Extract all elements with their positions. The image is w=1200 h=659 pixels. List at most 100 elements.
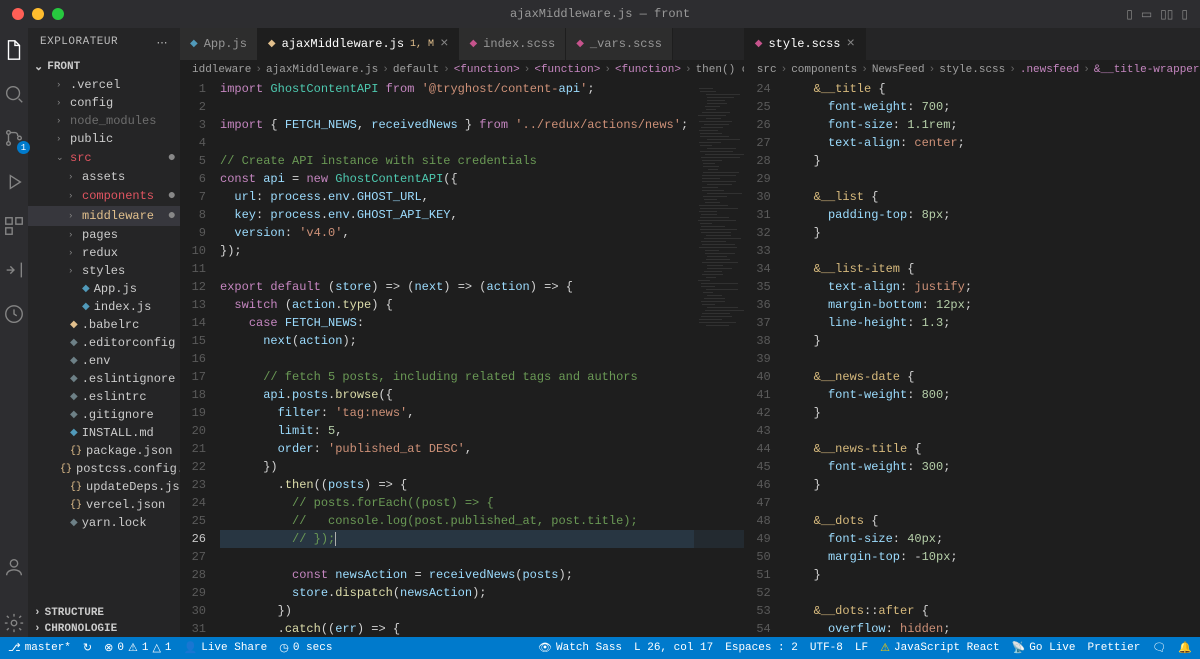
gutter-left: 1234567891011121314151617181920212223242… <box>180 80 220 637</box>
tab[interactable]: ◆style.scss× <box>745 28 866 60</box>
breadcrumb-segment[interactable]: iddleware <box>192 64 251 76</box>
breadcrumb-segment[interactable]: NewsFeed <box>872 64 925 76</box>
sidebar-more-icon[interactable]: ⋯ <box>157 36 169 50</box>
lines-left[interactable]: import GhostContentAPI from '@tryghost/c… <box>220 80 744 637</box>
file-item[interactable]: {}package.json <box>28 442 180 460</box>
warn-dot-icon: ⚠ <box>880 641 890 655</box>
accounts-icon[interactable] <box>0 553 28 581</box>
encoding-item[interactable]: UTF-8 <box>810 641 843 655</box>
minimap-left[interactable] <box>694 88 744 637</box>
folder-item[interactable]: ›config <box>28 94 180 112</box>
source-control-icon[interactable]: 1 <box>0 124 28 152</box>
breadcrumb-segment[interactable]: <function> <box>534 64 600 76</box>
folder-item[interactable]: ›node_modules <box>28 112 180 130</box>
breadcrumb-segment[interactable]: <function> <box>615 64 681 76</box>
breadcrumb-left[interactable]: iddleware›ajaxMiddleware.js›default›<fun… <box>180 60 744 80</box>
chevron-right-icon: › <box>34 607 41 619</box>
breadcrumb-segment[interactable]: style.scss <box>939 64 1005 76</box>
file-item[interactable]: ◆yarn.lock <box>28 514 180 532</box>
folder-item[interactable]: ›middleware● <box>28 206 180 226</box>
file-item[interactable]: {}vercel.json <box>28 496 180 514</box>
traffic-lights[interactable] <box>0 8 64 20</box>
clock-icon: ◷ <box>279 641 289 655</box>
toggle-sidebar-icon[interactable]: ▯ <box>1126 7 1133 22</box>
remote-icon[interactable] <box>0 256 28 284</box>
explorer-icon[interactable] <box>0 36 28 64</box>
extensions-icon[interactable] <box>0 212 28 240</box>
section-label: STRUCTURE <box>45 607 104 619</box>
search-icon[interactable] <box>0 80 28 108</box>
code-left[interactable]: 1234567891011121314151617181920212223242… <box>180 80 744 637</box>
split-editor-icon[interactable]: ▯▯ <box>1160 7 1173 22</box>
live-preview-icon[interactable] <box>0 300 28 328</box>
tab[interactable]: ◆_vars.scss <box>566 28 673 60</box>
tabs-left[interactable]: ◆App.js◆ajaxMiddleware.js 1, M×◆index.sc… <box>180 28 744 60</box>
file-item[interactable]: ◆.babelrc <box>28 316 180 334</box>
file-item[interactable]: {}updateDeps.js <box>28 478 180 496</box>
watchsass-item[interactable]: 👁Watch Sass <box>538 641 622 655</box>
breadcrumb-right[interactable]: src›components›NewsFeed›style.scss›.news… <box>745 60 1200 80</box>
code-right[interactable]: 2425262728293031323334353637383940414243… <box>745 80 1200 637</box>
run-debug-icon[interactable] <box>0 168 28 196</box>
settings-gear-icon[interactable] <box>0 609 28 637</box>
breadcrumb-segment[interactable]: .newsfeed <box>1020 64 1079 76</box>
file-tree[interactable]: ›.vercel›config›node_modules›public⌄src●… <box>28 76 180 605</box>
folder-item[interactable]: ›components● <box>28 186 180 206</box>
tab[interactable]: ◆App.js <box>180 28 258 60</box>
folder-item[interactable]: ›assets <box>28 168 180 186</box>
sidebar-section-structure[interactable]: › STRUCTURE <box>28 605 180 621</box>
activity-bar: 1 <box>0 28 28 637</box>
file-item[interactable]: ◆index.js <box>28 298 180 316</box>
file-item[interactable]: ◆INSTALL.md <box>28 424 180 442</box>
file-item[interactable]: ◆.eslintrc <box>28 388 180 406</box>
tabs-right[interactable]: ◆style.scss× <box>745 28 1200 60</box>
liveshare-item[interactable]: 👤Live Share <box>184 641 268 655</box>
file-item[interactable]: ◆.env <box>28 352 180 370</box>
prettier-item[interactable]: Prettier <box>1088 641 1141 655</box>
zoom-window-icon[interactable] <box>52 8 64 20</box>
file-item[interactable]: {}postcss.config.js <box>28 460 180 478</box>
sidebar-header: EXPLORATEUR ⋯ <box>28 28 180 58</box>
file-item[interactable]: ◆.eslintignore <box>28 370 180 388</box>
file-item[interactable]: ◆.editorconfig <box>28 334 180 352</box>
lang-item[interactable]: ⚠JavaScript React <box>880 641 1000 655</box>
branch-item[interactable]: ⎇master* <box>8 641 71 655</box>
folder-item[interactable]: ⌄src● <box>28 148 180 168</box>
timer-item[interactable]: ◷0 secs <box>279 641 332 655</box>
folder-item[interactable]: ›pages <box>28 226 180 244</box>
breadcrumb-segment[interactable]: <function> <box>454 64 520 76</box>
breadcrumb-segment[interactable]: src <box>757 64 777 76</box>
close-window-icon[interactable] <box>12 8 24 20</box>
toggle-panel-icon[interactable]: ▭ <box>1141 7 1152 22</box>
golive-item[interactable]: 📡Go Live <box>1012 641 1076 655</box>
problems-item[interactable]: ⊗0 ⚠1 △1 <box>104 641 171 655</box>
breadcrumb-segment[interactable]: components <box>791 64 857 76</box>
toggle-right-sidebar-icon[interactable]: ▯ <box>1181 7 1188 22</box>
file-item[interactable]: ◆App.js <box>28 280 180 298</box>
breadcrumb-segment[interactable]: ajaxMiddleware.js <box>266 64 378 76</box>
folder-item[interactable]: ›redux <box>28 244 180 262</box>
minimize-window-icon[interactable] <box>32 8 44 20</box>
cursor-position[interactable]: L 26, col 17 <box>634 641 713 655</box>
lines-right[interactable]: &__title { font-weight: 700; font-size: … <box>785 80 1200 637</box>
sync-item[interactable]: ↻ <box>83 641 92 655</box>
breadcrumb-segment[interactable]: then() callback <box>696 64 744 76</box>
tab[interactable]: ◆index.scss <box>459 28 566 60</box>
sidebar-section-chronologie[interactable]: › CHRONOLOGIE <box>28 621 180 637</box>
breadcrumb-segment[interactable]: default <box>393 64 439 76</box>
bell-icon[interactable]: 🔔 <box>1178 641 1192 655</box>
folder-item[interactable]: ›styles <box>28 262 180 280</box>
tab[interactable]: ◆ajaxMiddleware.js 1, M× <box>258 28 460 60</box>
folder-item[interactable]: ›.vercel <box>28 76 180 94</box>
file-item[interactable]: ◆.gitignore <box>28 406 180 424</box>
close-tab-icon[interactable]: × <box>440 36 448 52</box>
folder-item[interactable]: ›public <box>28 130 180 148</box>
eol-item[interactable]: LF <box>855 641 868 655</box>
breadcrumb-segment[interactable]: &__title-wrapper <box>1094 64 1200 76</box>
feedback-icon[interactable]: 🗨 <box>1152 641 1166 655</box>
close-tab-icon[interactable]: × <box>846 36 854 52</box>
sidebar-section-front[interactable]: ⌄ FRONT <box>28 58 180 76</box>
error-icon: ⊗ <box>104 641 113 655</box>
sidebar-title: EXPLORATEUR <box>40 36 118 50</box>
indent-item[interactable]: Espaces : 2 <box>725 641 798 655</box>
